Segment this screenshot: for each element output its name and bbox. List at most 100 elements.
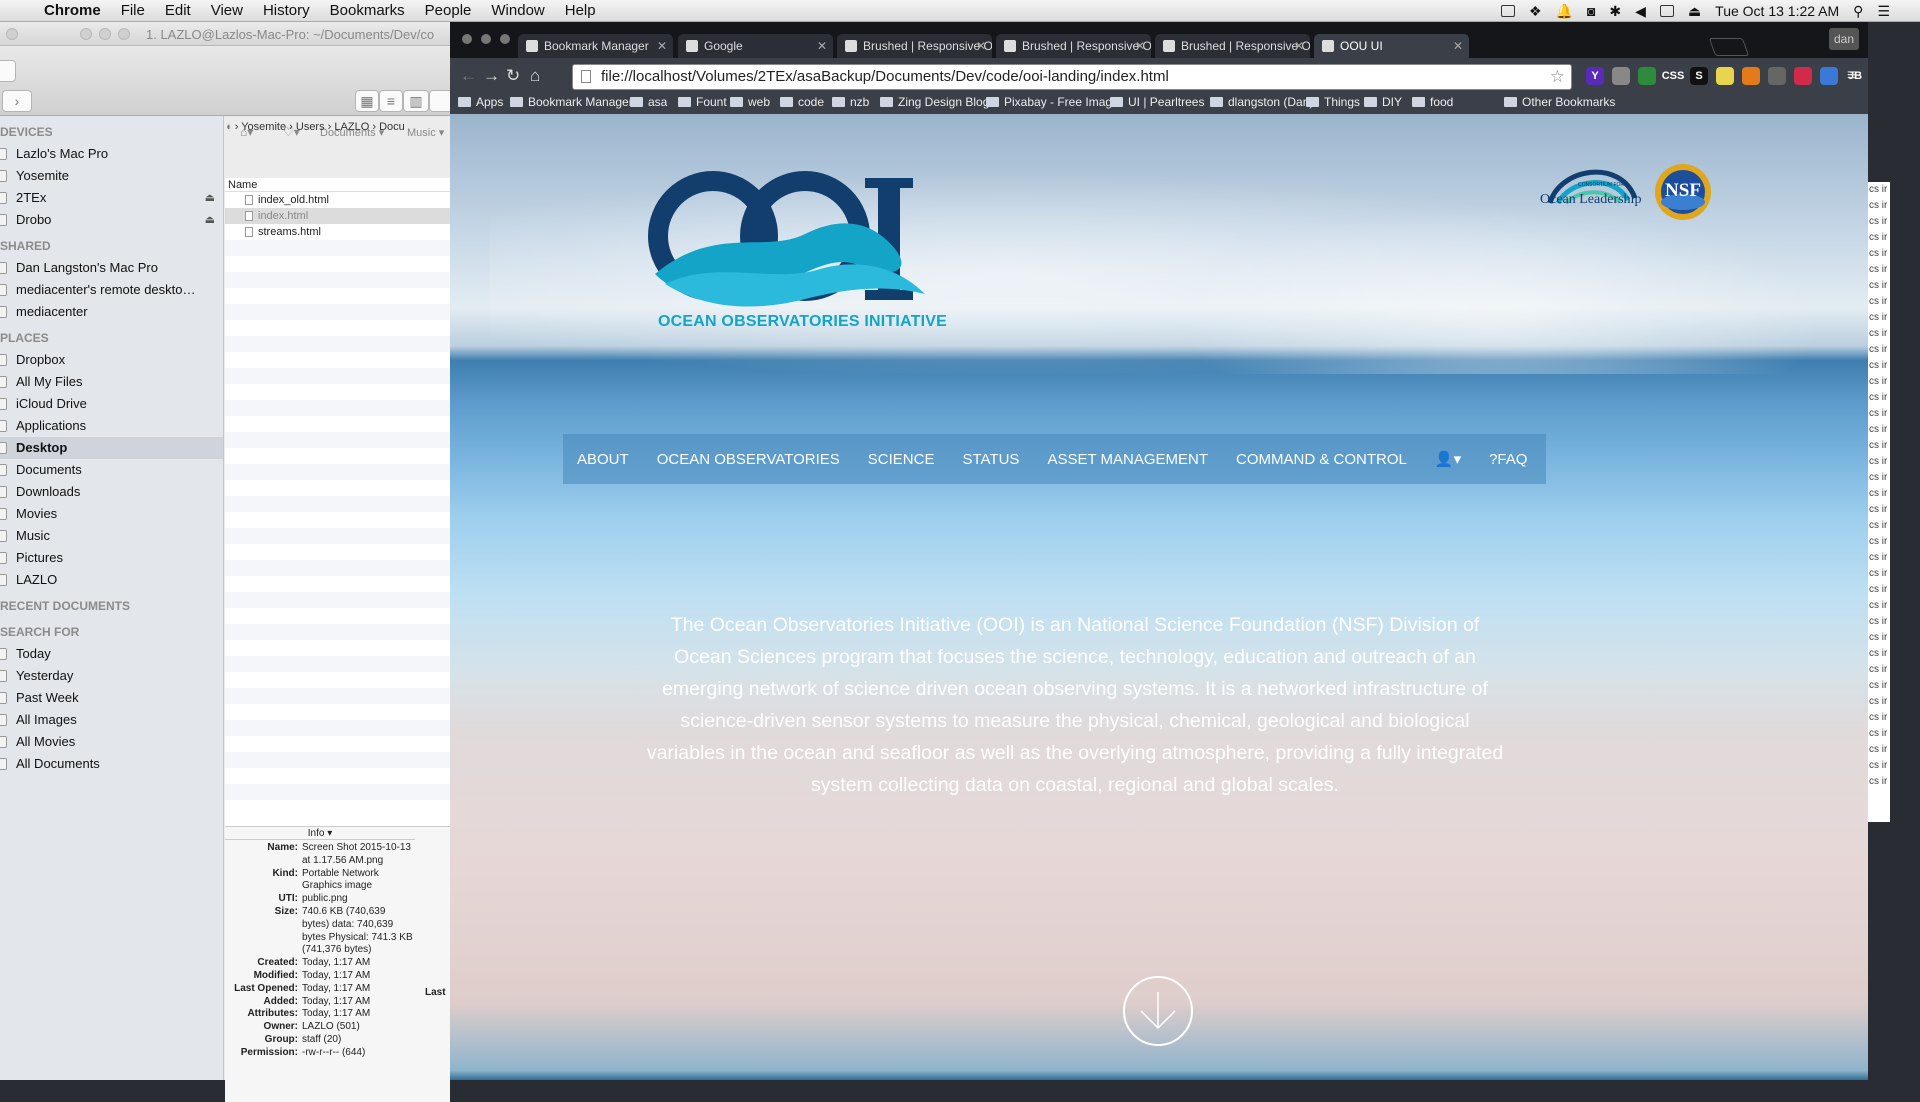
chrome-close-button[interactable]: [462, 34, 472, 44]
menu-window[interactable]: Window: [481, 2, 554, 19]
menu-history[interactable]: History: [253, 2, 320, 19]
bookmark-item[interactable]: food: [1412, 95, 1453, 109]
sidebar-item[interactable]: Pictures: [0, 547, 223, 569]
profile-button[interactable]: dan: [1829, 28, 1859, 50]
bookmark-item[interactable]: Things: [1306, 95, 1360, 109]
chrome-menu-icon[interactable]: ≡: [1847, 67, 1856, 85]
bookmark-item[interactable]: Apps: [458, 95, 503, 109]
sidebar-item[interactable]: All My Files: [0, 371, 223, 393]
breadcrumb-users[interactable]: › Users: [289, 121, 324, 133]
extension-icon[interactable]: [1612, 67, 1630, 85]
bookmark-item[interactable]: Fount: [678, 95, 727, 109]
menu-bookmarks[interactable]: Bookmarks: [320, 2, 415, 19]
nav-status[interactable]: STATUS: [948, 451, 1033, 468]
extension-icon[interactable]: Y: [1586, 67, 1604, 85]
sidebar-item[interactable]: iCloud Drive: [0, 393, 223, 415]
tab[interactable]: Brushed | Responsive One ✕: [837, 34, 992, 58]
bookmark-star-icon[interactable]: ☆: [1550, 65, 1565, 89]
sidebar-item[interactable]: Drobo ⏏: [0, 209, 223, 231]
window-close-button-2[interactable]: [80, 28, 92, 40]
path-music-button[interactable]: Music ▾: [407, 126, 444, 139]
sidebar-item[interactable]: Downloads: [0, 481, 223, 503]
tab-close-icon[interactable]: ✕: [817, 34, 827, 58]
list-view-button[interactable]: ≡: [379, 90, 403, 112]
bluetooth-icon[interactable]: ✱: [1609, 3, 1621, 20]
sidebar-item[interactable]: Movies: [0, 503, 223, 525]
chrome-minimize-button[interactable]: [481, 34, 491, 44]
tab[interactable]: Brushed | Responsive One ✕: [996, 34, 1151, 58]
nav-asset-management[interactable]: ASSET MANAGEMENT: [1033, 451, 1222, 468]
extension-icon[interactable]: [1742, 67, 1760, 85]
sidebar-item[interactable]: 2TEx ⏏: [0, 187, 223, 209]
extension-icon[interactable]: [1638, 67, 1656, 85]
file-row[interactable]: index.html: [225, 208, 450, 224]
bookmark-item[interactable]: Other Bookmarks: [1504, 95, 1615, 109]
bookmark-item[interactable]: dlangston (Dan): [1210, 95, 1313, 109]
bookmark-item[interactable]: nzb: [832, 95, 869, 109]
extension-icon[interactable]: CSS: [1662, 67, 1684, 85]
nav-science[interactable]: SCIENCE: [854, 451, 949, 468]
nav-about[interactable]: ABOUT: [563, 451, 643, 468]
file-row[interactable]: streams.html: [225, 224, 450, 240]
sidebar-item[interactable]: mediacenter: [0, 301, 223, 323]
tab[interactable]: Brushed | Responsive One ✕: [1155, 34, 1310, 58]
breadcrumb-yosemite[interactable]: › Yosemite: [235, 121, 286, 133]
extension-icon[interactable]: [1716, 67, 1734, 85]
eject-icon[interactable]: ⏏: [205, 187, 215, 209]
tab-close-icon[interactable]: ✕: [1294, 34, 1304, 58]
dropbox-icon[interactable]: ❖: [1529, 3, 1542, 20]
icon-view-button[interactable]: ▦: [355, 90, 379, 112]
eject-menu-icon[interactable]: ⏏: [1688, 3, 1701, 20]
column-header-name[interactable]: Name: [225, 178, 450, 192]
back-button[interactable]: [0, 60, 16, 82]
menu-edit[interactable]: Edit: [155, 2, 201, 19]
bookmark-item[interactable]: Zing Design Blog: [880, 95, 989, 109]
nav-faq[interactable]: ?FAQ: [1475, 451, 1541, 468]
bookmark-item[interactable]: DIY: [1364, 95, 1402, 109]
forward-button[interactable]: ›: [2, 90, 32, 112]
display-icon[interactable]: [1500, 5, 1515, 17]
bookmark-item[interactable]: code: [780, 95, 824, 109]
extension-icon[interactable]: [1768, 67, 1786, 85]
nav-user-menu[interactable]: 👤▾: [1421, 450, 1475, 468]
tab-close-icon[interactable]: ✕: [976, 34, 986, 58]
reload-icon[interactable]: ↻: [506, 66, 520, 86]
scroll-down-button[interactable]: [1123, 976, 1193, 1046]
sidebar-item[interactable]: Yesterday: [0, 665, 223, 687]
window-close-button[interactable]: [6, 28, 18, 40]
menu-view[interactable]: View: [201, 2, 253, 19]
spotlight-icon[interactable]: ⚲: [1853, 3, 1863, 20]
menu-people[interactable]: People: [415, 2, 482, 19]
column-view-button[interactable]: ▥: [403, 90, 429, 112]
sidebar-item[interactable]: Yosemite: [0, 165, 223, 187]
address-bar[interactable]: file://localhost/Volumes/2TEx/asaBackup/…: [572, 64, 1572, 90]
sidebar-item[interactable]: Dan Langston's Mac Pro: [0, 257, 223, 279]
sidebar-item[interactable]: All Documents: [0, 753, 223, 775]
sidebar-item[interactable]: Documents: [0, 459, 223, 481]
notification-bell-icon[interactable]: 🔔: [1556, 3, 1573, 20]
breadcrumb-lazlo[interactable]: › LAZLO: [328, 121, 370, 133]
nav-command-control[interactable]: COMMAND & CONTROL: [1222, 451, 1421, 468]
menu-clock[interactable]: Tue Oct 13 1:22 AM: [1715, 3, 1839, 19]
menu-file[interactable]: File: [111, 2, 155, 19]
flag-icon[interactable]: [1659, 5, 1674, 17]
nsf-logo[interactable]: NSF: [1653, 162, 1713, 222]
bookmark-item[interactable]: asa: [630, 95, 667, 109]
bookmark-item[interactable]: UI | Pearltrees: [1110, 95, 1204, 109]
eject-icon[interactable]: ⏏: [205, 209, 215, 231]
breadcrumb-docu[interactable]: › Docu: [372, 121, 404, 133]
menu-app-name[interactable]: Chrome: [34, 2, 111, 19]
tab-close-icon[interactable]: ✕: [1135, 34, 1145, 58]
bookmark-item[interactable]: Pixabay - Free Imag: [986, 95, 1112, 109]
nav-ocean-observatories[interactable]: OCEAN OBSERVATORIES: [643, 451, 854, 468]
tab-close-icon[interactable]: ✕: [1453, 34, 1463, 58]
volume-icon[interactable]: ◀: [1635, 3, 1646, 20]
bookmark-item[interactable]: web: [730, 95, 770, 109]
extension-icon[interactable]: S: [1690, 67, 1708, 85]
sidebar-item[interactable]: Lazlo's Mac Pro: [0, 143, 223, 165]
forward-arrow-icon[interactable]: →: [483, 66, 500, 86]
tab-close-icon[interactable]: ✕: [657, 34, 667, 58]
tab-active[interactable]: OOU UI ✕: [1314, 34, 1469, 58]
ocean-leadership-logo[interactable]: CONSORTIUM FOR Ocean Leadership: [1540, 158, 1645, 228]
sidebar-item[interactable]: Dropbox: [0, 349, 223, 371]
